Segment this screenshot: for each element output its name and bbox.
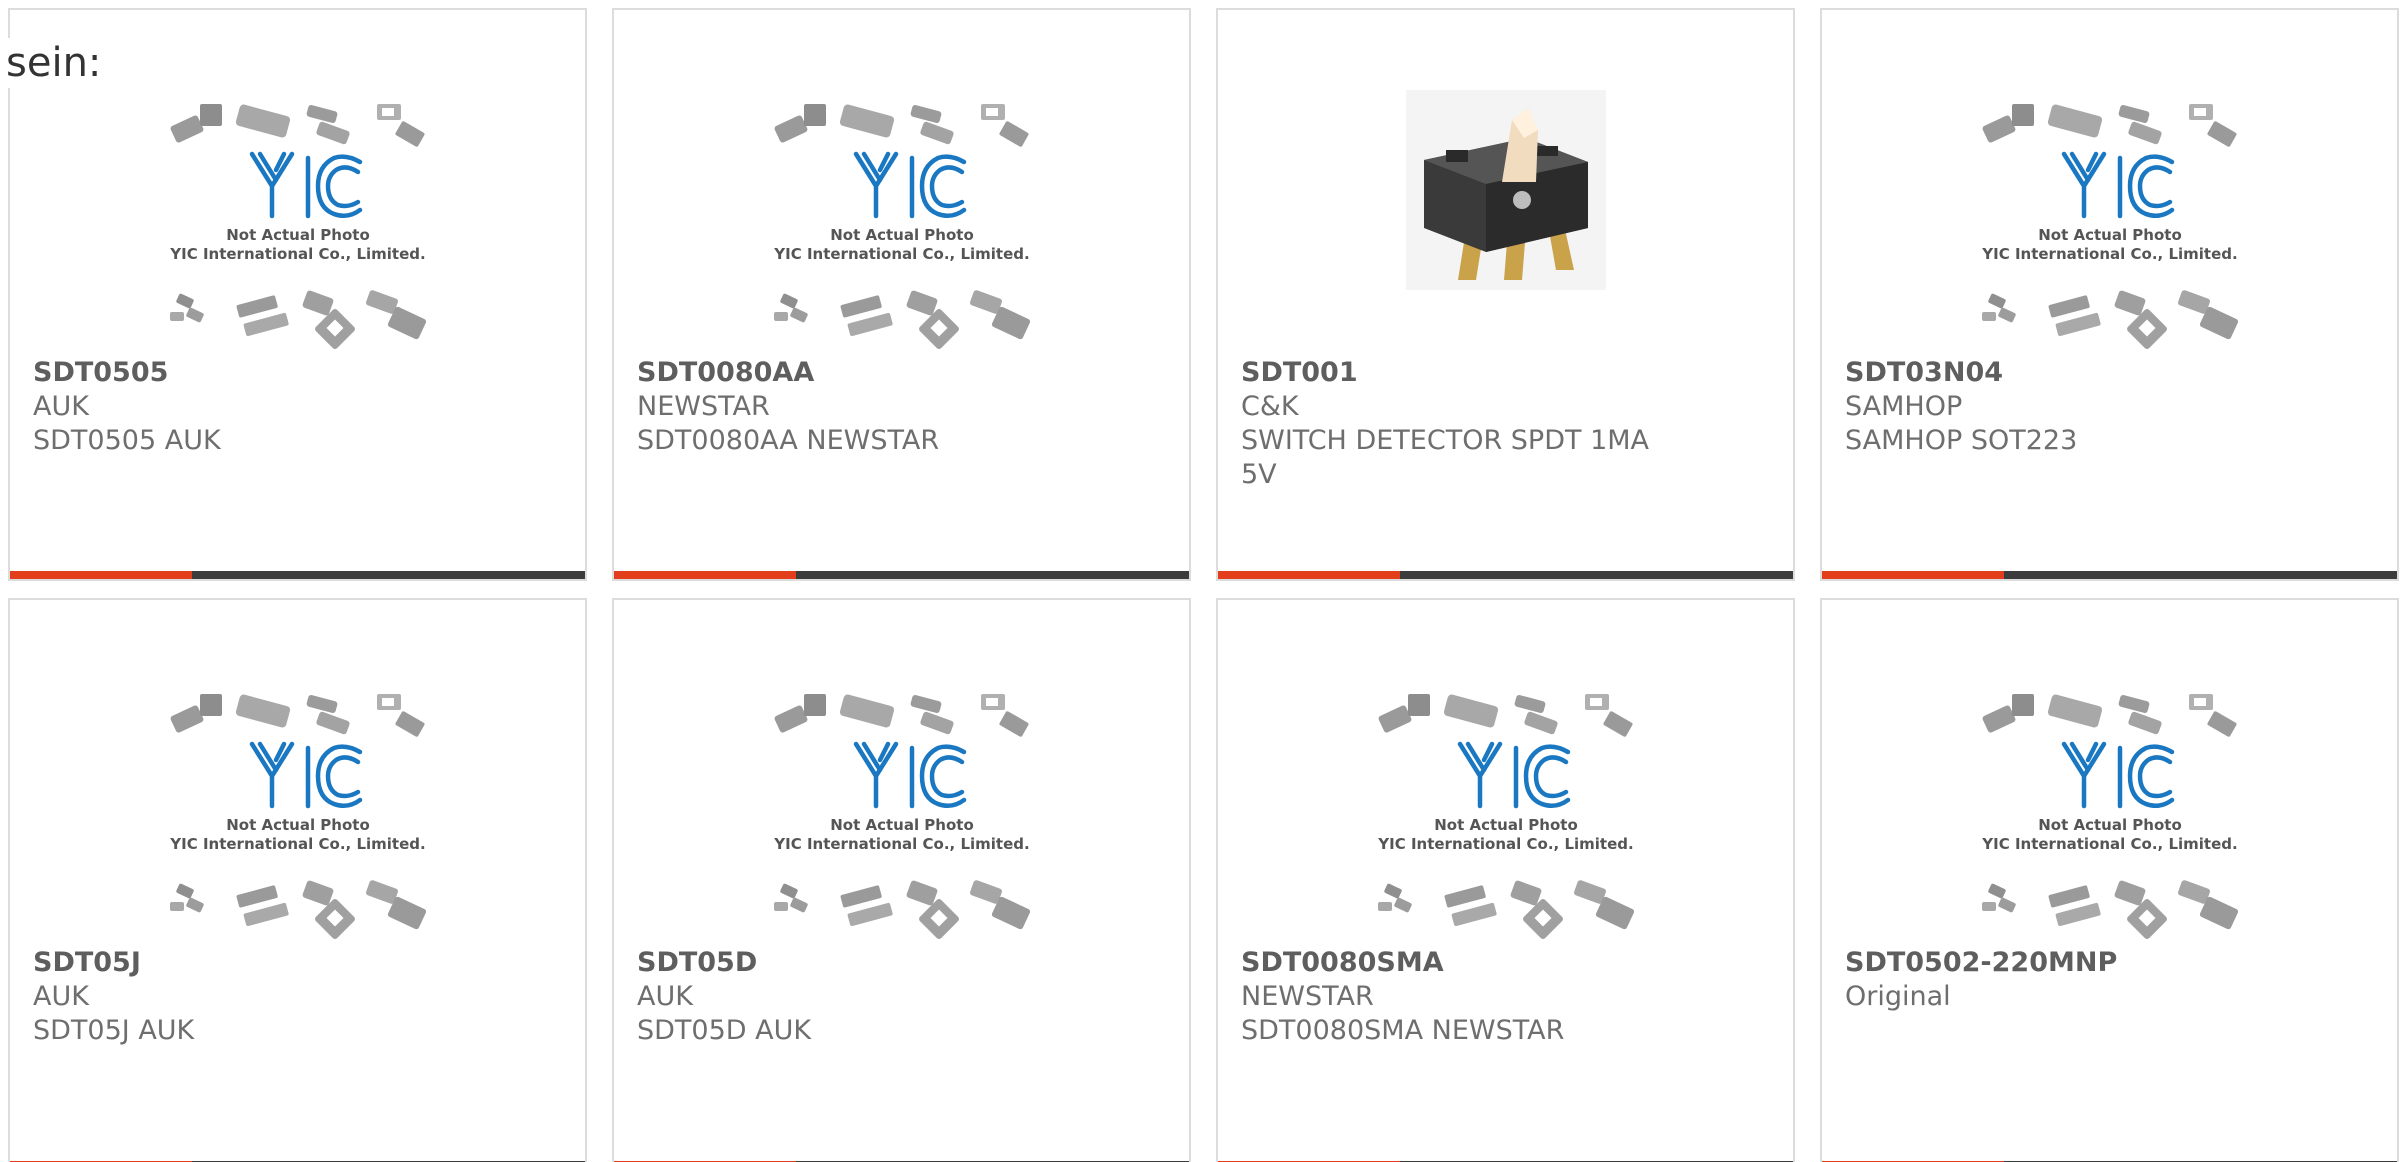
product-part-number[interactable]: SDT001 [1241, 356, 1773, 390]
product-part-number[interactable]: SDT03N04 [1845, 356, 2377, 390]
product-brand: AUK [637, 981, 693, 1012]
card-accent-bar [614, 571, 796, 579]
placeholder-image [766, 100, 1038, 350]
card-bottom-bar [614, 571, 1189, 579]
product-description: SWITCH DETECTOR SPDT 1MA [1241, 425, 1650, 456]
placeholder-image [162, 100, 434, 350]
product-brand: AUK [33, 391, 89, 422]
placeholder-image [1974, 690, 2246, 940]
product-brand: C&K [1241, 391, 1299, 422]
card-bottom-bar [1218, 571, 1793, 579]
card-accent-bar [10, 571, 192, 579]
product-card[interactable]: SDT0080AA NEWSTAR SDT0080AA NEWSTAR [612, 8, 1191, 581]
card-accent-bar [1218, 571, 1400, 579]
product-card[interactable]: SDT03N04 SAMHOP SAMHOP SOT223 [1820, 8, 2399, 581]
product-card[interactable]: SDT001 C&K SWITCH DETECTOR SPDT 1MA 5V [1216, 8, 1795, 581]
placeholder-image [162, 690, 434, 940]
product-brand: NEWSTAR [1241, 981, 1374, 1012]
product-part-number[interactable]: SDT0502-220MNP [1845, 946, 2377, 980]
card-accent-bar [1822, 571, 2004, 579]
product-part-number[interactable]: SDT05J [33, 946, 565, 980]
product-brand: SAMHOP [1845, 391, 1963, 422]
product-description-cont: 5V [1241, 459, 1277, 490]
product-card[interactable]: SDT0502-220MNP Original [1820, 598, 2399, 1162]
product-description: SDT05J AUK [33, 1015, 195, 1046]
product-card[interactable]: SDT05D AUK SDT05D AUK [612, 598, 1191, 1162]
product-photo [1405, 90, 1606, 290]
product-part-number[interactable]: SDT0080SMA [1241, 946, 1773, 980]
product-brand: NEWSTAR [637, 391, 770, 422]
product-part-number[interactable]: SDT0080AA [637, 356, 1169, 390]
placeholder-image [1370, 690, 1642, 940]
product-description: SAMHOP SOT223 [1845, 425, 2078, 456]
product-description: SDT0080AA NEWSTAR [637, 425, 940, 456]
product-card[interactable]: SDT0505 AUK SDT0505 AUK [8, 8, 587, 581]
card-bottom-bar [10, 571, 585, 579]
placeholder-image [1974, 100, 2246, 350]
product-description: SDT05D AUK [637, 1015, 812, 1046]
product-description: SDT0505 AUK [33, 425, 221, 456]
product-description: SDT0080SMA NEWSTAR [1241, 1015, 1565, 1046]
product-part-number[interactable]: SDT0505 [33, 356, 565, 390]
product-card[interactable]: SDT05J AUK SDT05J AUK [8, 598, 587, 1162]
page-heading: sein: [6, 38, 106, 88]
product-card[interactable]: SDT0080SMA NEWSTAR SDT0080SMA NEWSTAR [1216, 598, 1795, 1162]
placeholder-image [766, 690, 1038, 940]
card-bottom-bar [1822, 571, 2397, 579]
product-brand: Original [1845, 981, 1951, 1012]
product-part-number[interactable]: SDT05D [637, 946, 1169, 980]
product-brand: AUK [33, 981, 89, 1012]
